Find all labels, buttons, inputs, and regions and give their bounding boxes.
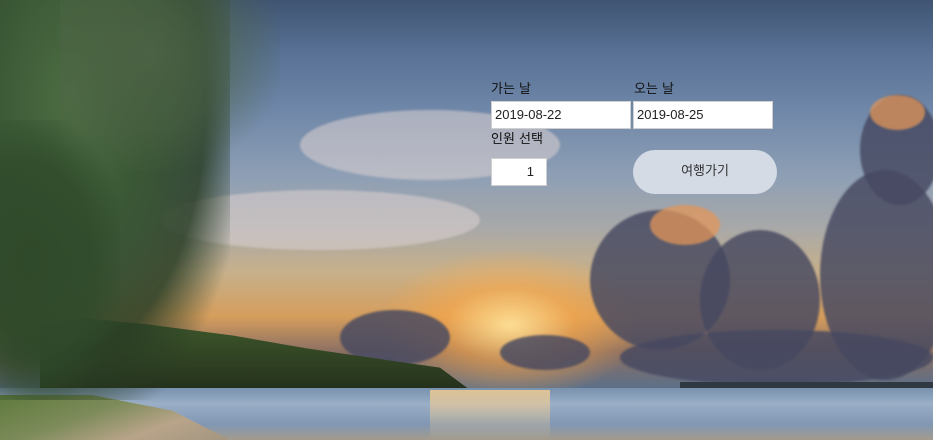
people-count-label: 인원 선택 <box>491 132 543 147</box>
return-date-input[interactable]: 2019-08-25 <box>633 101 773 129</box>
tree-foliage <box>60 0 280 170</box>
departure-date-input[interactable]: 2019-08-22 <box>491 101 631 129</box>
go-travel-button[interactable]: 여행가기 <box>633 150 777 194</box>
cloud <box>620 330 933 385</box>
cloud <box>500 335 590 370</box>
departure-date-label: 가는 날 <box>491 82 532 97</box>
background-scene: 가는 날 오는 날 2019-08-22 2019-08-25 인원 선택 1 … <box>0 0 933 440</box>
cloud <box>870 95 925 130</box>
sun-reflection <box>430 390 550 440</box>
return-date-label: 오는 날 <box>634 82 675 97</box>
people-count-input[interactable]: 1 <box>491 158 547 186</box>
cloud <box>650 205 720 245</box>
